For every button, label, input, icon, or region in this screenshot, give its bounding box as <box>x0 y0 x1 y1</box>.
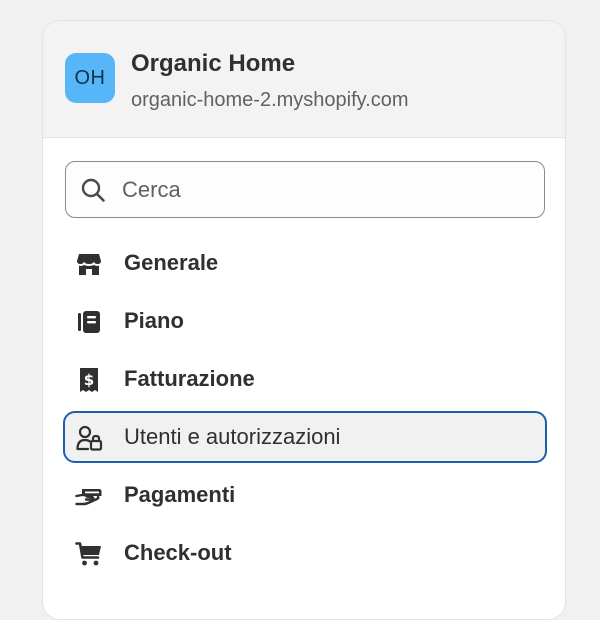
settings-panel: OH Organic Home organic-home-2.myshopify… <box>42 20 566 620</box>
nav-item-check-out[interactable]: Check-out <box>63 527 547 579</box>
search-box[interactable] <box>65 161 545 218</box>
search-input[interactable] <box>122 162 522 217</box>
store-avatar: OH <box>65 53 115 103</box>
nav-item-label: Piano <box>124 308 184 333</box>
nav-item-pagamenti[interactable]: Pagamenti <box>63 469 547 521</box>
nav-item-utenti-e-autorizzazioni[interactable]: Utenti e autorizzazioni <box>63 411 547 463</box>
nav-item-label: Generale <box>124 250 219 275</box>
cart-icon <box>75 542 101 566</box>
payment-hand-icon <box>75 489 102 506</box>
store-icon <box>77 254 101 275</box>
nav-item-label: Fatturazione <box>124 366 255 391</box>
store-domain: organic-home-2.myshopify.com <box>131 89 409 111</box>
users-lock-icon <box>76 425 103 451</box>
store-name: Organic Home <box>131 50 296 77</box>
svg-text:$: $ <box>84 371 94 389</box>
plan-icon <box>78 311 100 333</box>
search-icon <box>81 178 105 202</box>
nav-item-generale[interactable]: Generale <box>63 237 547 289</box>
receipt-dollar-icon: $ <box>80 368 98 392</box>
nav-item-piano[interactable]: Piano <box>63 295 547 347</box>
nav-item-label: Check-out <box>124 540 232 565</box>
nav-item-label: Utenti e autorizzazioni <box>124 424 341 449</box>
store-header[interactable]: OH Organic Home organic-home-2.myshopify… <box>43 21 565 138</box>
nav-item-label: Pagamenti <box>124 482 236 507</box>
nav-item-fatturazione[interactable]: $ Fatturazione <box>63 353 547 405</box>
